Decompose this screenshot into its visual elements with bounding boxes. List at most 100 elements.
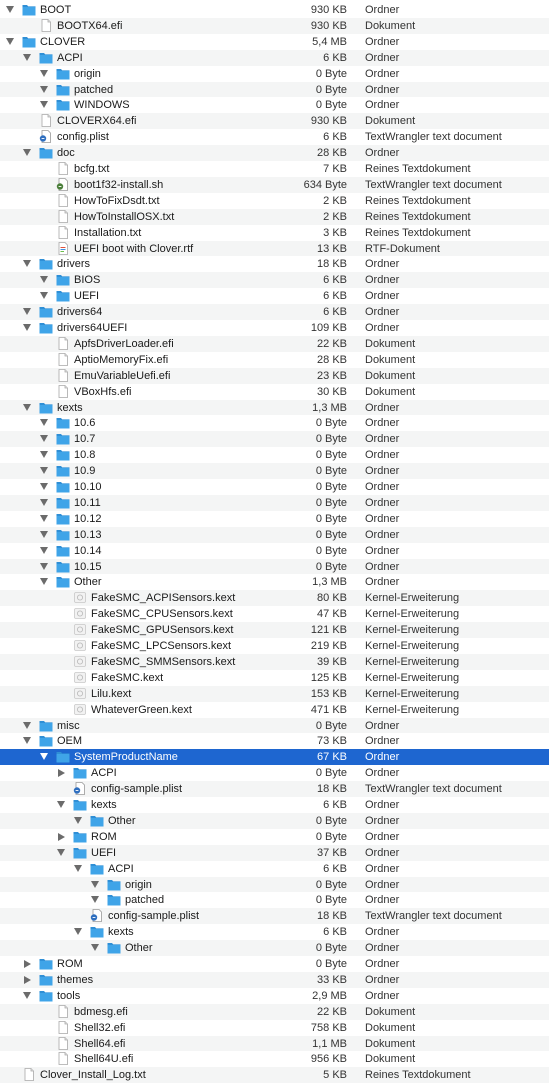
file-row[interactable]: config-sample.plist 18 KB TextWrangler tex… <box>0 908 549 925</box>
disclosure-triangle-expanded-icon[interactable] <box>40 753 48 761</box>
file-row[interactable]: boot1f32-install.sh 634 Byte TextWrangler … <box>0 176 549 193</box>
folder-row[interactable]: 10.9 0 Byte Ordner <box>0 463 549 479</box>
disclosure-triangle-expanded-icon[interactable] <box>40 101 48 109</box>
disclosure-triangle-expanded-icon[interactable] <box>40 276 48 284</box>
file-row[interactable]: EmuVariableUefi.efi 23 KB Dokument <box>0 367 549 384</box>
file-row[interactable]: VBoxHfs.efi 30 KB Dokument <box>0 384 549 400</box>
file-row[interactable]: Installation.txt 3 KB Reines Textdokument <box>0 225 549 241</box>
folder-row[interactable]: WINDOWS 0 Byte Ordner <box>0 97 549 113</box>
folder-row[interactable]: drivers 18 KB Ordner <box>0 256 549 272</box>
folder-row[interactable]: 10.7 0 Byte Ordner <box>0 431 549 448</box>
disclosure-triangle-expanded-icon[interactable] <box>40 292 48 300</box>
disclosure-triangle-expanded-icon[interactable] <box>23 324 31 331</box>
disclosure-triangle-expanded-icon[interactable] <box>40 451 48 459</box>
folder-row[interactable]: Other 0 Byte Ordner <box>0 940 549 956</box>
disclosure-triangle-expanded-icon[interactable] <box>6 37 14 45</box>
folder-row[interactable]: 10.10 0 Byte Ordner <box>0 479 549 495</box>
disclosure-triangle-expanded-icon[interactable] <box>40 467 48 475</box>
disclosure-triangle-expanded-icon[interactable] <box>40 483 48 490</box>
file-row[interactable]: WhateverGreen.kext 471 KB Kernel-Erweiteru… <box>0 702 549 718</box>
file-row[interactable]: FakeSMC.kext 125 KB Kernel-Erweiterung <box>0 670 549 686</box>
folder-row[interactable]: drivers64UEFI 109 KB Ordner <box>0 320 549 336</box>
disclosure-triangle-expanded-icon[interactable] <box>40 530 48 538</box>
folder-row[interactable]: kexts 1,3 MB Ordner <box>0 399 549 416</box>
disclosure-triangle-expanded-icon[interactable] <box>40 85 48 93</box>
disclosure-triangle-expanded-icon[interactable] <box>57 801 65 808</box>
file-row[interactable]: Shell64.efi 1,1 MB Dokument <box>0 1035 549 1052</box>
folder-row[interactable]: ROM 0 Byte Ordner <box>0 956 549 972</box>
folder-row[interactable]: doc 28 KB Ordner <box>0 145 549 161</box>
file-row[interactable]: Shell32.efi 758 KB Dokument <box>0 1020 549 1036</box>
disclosure-triangle-expanded-icon[interactable] <box>23 260 31 268</box>
folder-row[interactable]: Other 1,3 MB Ordner <box>0 574 549 590</box>
folder-row[interactable]: 10.14 0 Byte Ordner <box>0 543 549 559</box>
file-row[interactable]: Shell64U.efi 956 KB Dokument <box>0 1051 549 1067</box>
file-row[interactable]: FakeSMC_CPUSensors.kext 47 KB Kernel-Erwei… <box>0 606 549 622</box>
folder-row[interactable]: 10.13 0 Byte Ordner <box>0 526 549 543</box>
disclosure-triangle-collapsed-icon[interactable] <box>58 832 65 841</box>
disclosure-triangle-expanded-icon[interactable] <box>40 546 48 554</box>
folder-row[interactable]: BIOS 6 KB Ordner <box>0 272 549 289</box>
file-row[interactable]: bdmesg.efi 22 KB Dokument <box>0 1003 549 1020</box>
folder-row[interactable]: 10.6 0 Byte Ordner <box>0 415 549 431</box>
folder-row[interactable]: BOOT 930 KB Ordner <box>0 2 549 18</box>
folder-row[interactable]: SystemProductName 67 KB Ordner <box>0 749 549 766</box>
folder-row[interactable]: drivers64 6 KB Ordner <box>0 304 549 320</box>
disclosure-triangle-expanded-icon[interactable] <box>74 928 82 936</box>
disclosure-triangle-expanded-icon[interactable] <box>74 816 82 824</box>
disclosure-triangle-expanded-icon[interactable] <box>23 721 31 729</box>
folder-row[interactable]: CLOVER 5,4 MB Ordner <box>0 34 549 50</box>
disclosure-triangle-expanded-icon[interactable] <box>23 991 31 999</box>
folder-row[interactable]: ACPI 6 KB Ordner <box>0 861 549 877</box>
folder-row[interactable]: 10.11 0 Byte Ordner <box>0 494 549 511</box>
disclosure-triangle-expanded-icon[interactable] <box>23 53 31 61</box>
file-row[interactable]: Lilu.kext 153 KB Kernel-Erweiterung <box>0 685 549 702</box>
file-row[interactable]: HowToFixDsdt.txt 2 KB Reines Textdokument <box>0 193 549 209</box>
folder-row[interactable]: ROM 0 Byte Ordner <box>0 829 549 845</box>
folder-row[interactable]: patched 0 Byte Ordner <box>0 81 549 98</box>
file-row[interactable]: HowToInstallOSX.txt 2 KB Reines Textdokume… <box>0 208 549 225</box>
disclosure-triangle-expanded-icon[interactable] <box>91 896 99 904</box>
folder-row[interactable]: ACPI 6 KB Ordner <box>0 49 549 66</box>
folder-row[interactable]: UEFI 37 KB Ordner <box>0 844 549 861</box>
folder-row[interactable]: ACPI 0 Byte Ordner <box>0 765 549 781</box>
folder-row[interactable]: 10.12 0 Byte Ordner <box>0 511 549 527</box>
disclosure-triangle-expanded-icon[interactable] <box>23 403 31 411</box>
disclosure-triangle-collapsed-icon[interactable] <box>58 769 65 778</box>
disclosure-triangle-expanded-icon[interactable] <box>57 848 65 856</box>
folder-row[interactable]: UEFI 6 KB Ordner <box>0 288 549 304</box>
folder-row[interactable]: patched 0 Byte Ordner <box>0 892 549 908</box>
folder-row[interactable]: 10.15 0 Byte Ordner <box>0 558 549 575</box>
folder-row[interactable]: 10.8 0 Byte Ordner <box>0 447 549 463</box>
disclosure-triangle-expanded-icon[interactable] <box>23 308 31 316</box>
disclosure-triangle-expanded-icon[interactable] <box>91 944 99 952</box>
disclosure-triangle-expanded-icon[interactable] <box>40 578 48 586</box>
disclosure-triangle-expanded-icon[interactable] <box>40 69 48 77</box>
folder-row[interactable]: misc 0 Byte Ordner <box>0 717 549 734</box>
disclosure-triangle-expanded-icon[interactable] <box>91 880 99 888</box>
file-row[interactable]: UEFI boot with Clover.rtf 13 KB RTF-Dokume… <box>0 240 549 257</box>
folder-row[interactable]: tools 2,9 MB Ordner <box>0 988 549 1004</box>
disclosure-triangle-collapsed-icon[interactable] <box>24 975 31 984</box>
file-row[interactable]: Clover_Install_Log.txt 5 KB Reines Textdok… <box>0 1067 549 1084</box>
file-row[interactable]: FakeSMC_SMMSensors.kext 39 KB Kernel-Erwei… <box>0 653 549 670</box>
disclosure-triangle-expanded-icon[interactable] <box>40 498 48 506</box>
disclosure-triangle-expanded-icon[interactable] <box>6 6 14 13</box>
disclosure-triangle-expanded-icon[interactable] <box>23 149 31 157</box>
folder-row[interactable]: OEM 73 KB Ordner <box>0 733 549 749</box>
folder-row[interactable]: origin 0 Byte Ordner <box>0 876 549 893</box>
disclosure-triangle-expanded-icon[interactable] <box>40 419 48 427</box>
file-row[interactable]: CLOVERX64.efi 930 KB Dokument <box>0 113 549 130</box>
file-row[interactable]: config-sample.plist 18 KB TextWrangler tex… <box>0 781 549 797</box>
folder-row[interactable]: kexts 6 KB Ordner <box>0 797 549 813</box>
file-row[interactable]: bcfg.txt 7 KB Reines Textdokument <box>0 161 549 177</box>
folder-row[interactable]: kexts 6 KB Ordner <box>0 924 549 940</box>
folder-row[interactable]: origin 0 Byte Ordner <box>0 66 549 82</box>
disclosure-triangle-expanded-icon[interactable] <box>40 562 48 570</box>
file-row[interactable]: BOOTX64.efi 930 KB Dokument <box>0 17 549 34</box>
file-row[interactable]: FakeSMC_LPCSensors.kext 219 KB Kernel-Erwe… <box>0 638 549 654</box>
folder-row[interactable]: Other 0 Byte Ordner <box>0 812 549 829</box>
disclosure-triangle-collapsed-icon[interactable] <box>24 960 31 968</box>
file-row[interactable]: config.plist 6 KB TextWrangler text docume… <box>0 129 549 145</box>
file-row[interactable]: AptioMemoryFix.efi 28 KB Dokument <box>0 352 549 368</box>
